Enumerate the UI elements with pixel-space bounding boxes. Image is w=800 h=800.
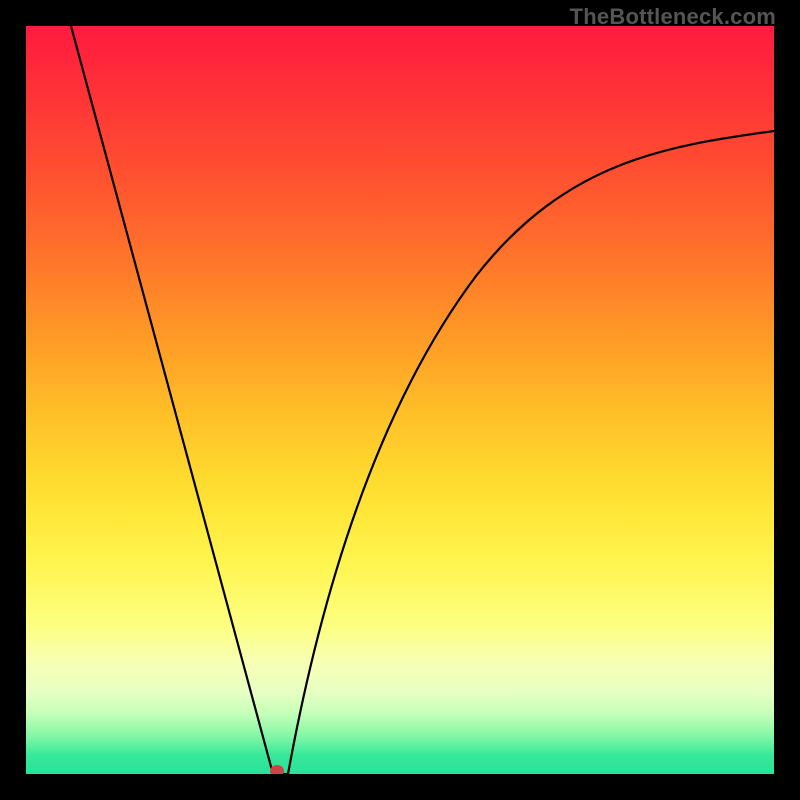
plot-area [26, 26, 774, 774]
bottleneck-curve [26, 26, 774, 774]
watermark-text: TheBottleneck.com [570, 4, 776, 30]
min-marker-icon [270, 765, 284, 774]
chart-frame: TheBottleneck.com [0, 0, 800, 800]
